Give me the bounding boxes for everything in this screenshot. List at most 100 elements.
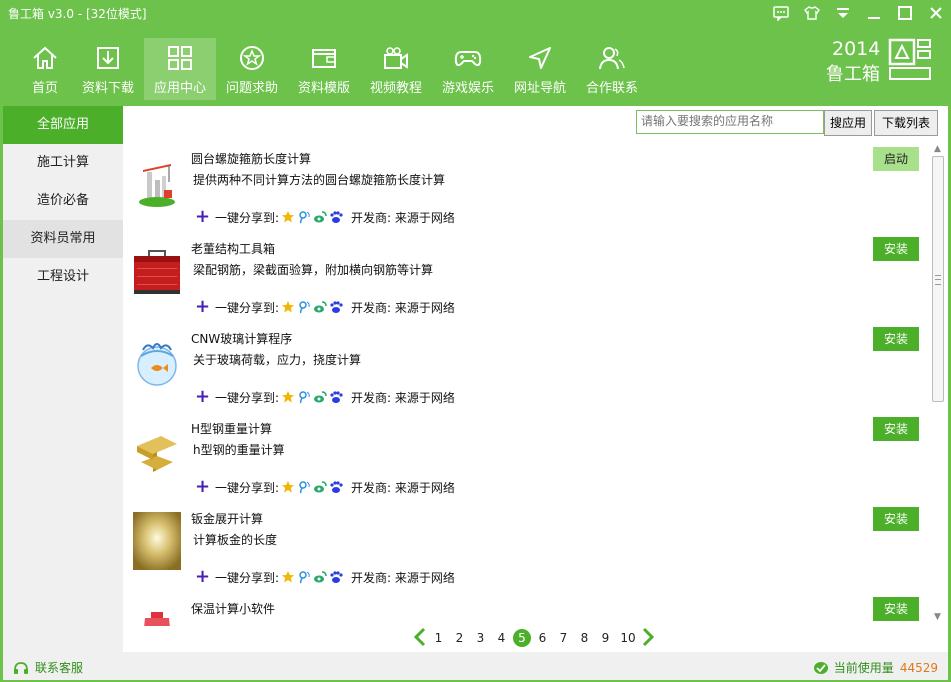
share-bar: + 一键分享到: 开发商: 来源于网络 (195, 298, 455, 316)
baidu-paw-icon[interactable] (329, 300, 343, 314)
prev-page-icon[interactable] (412, 627, 428, 650)
nav-label: 资料模版 (297, 81, 350, 96)
minimize-icon[interactable] (858, 0, 889, 26)
search-input[interactable] (637, 111, 823, 131)
list-item: 圆台螺旋箍筋长度计算 提供两种不同计算方法的圆台螺旋箍筋长度计算 + 一键分享到… (123, 140, 928, 230)
page-link[interactable]: 10 (616, 631, 640, 645)
tencent-weibo-icon[interactable] (297, 210, 311, 224)
sina-weibo-icon[interactable] (313, 480, 327, 494)
sidebar-item-data-clerk[interactable]: 资料员常用 (3, 220, 123, 258)
nav-templates[interactable]: 资料模版 (288, 38, 360, 100)
sidebar-item-construction-calc[interactable]: 施工计算 (3, 144, 123, 182)
status-bar: 联系客服 当前使用量 44529 (3, 652, 948, 680)
install-button[interactable]: 安装 (873, 507, 919, 531)
current-page[interactable]: 5 (513, 629, 531, 647)
install-button[interactable]: 安装 (873, 417, 919, 441)
chat-icon[interactable] (765, 0, 796, 26)
plus-icon[interactable]: + (195, 208, 211, 226)
nav-games[interactable]: 游戏娱乐 (432, 38, 504, 100)
shirt-icon[interactable] (796, 0, 827, 26)
page-link[interactable]: 2 (449, 631, 470, 645)
sidebar-item-all-apps[interactable]: 全部应用 (3, 106, 130, 144)
nav-help[interactable]: 问题求助 (216, 38, 288, 100)
sina-weibo-icon[interactable] (313, 570, 327, 584)
scroll-down-icon[interactable]: ▼ (929, 610, 946, 624)
app-name: 保温计算小软件 (191, 602, 276, 616)
baidu-paw-icon[interactable] (329, 480, 343, 494)
tencent-weibo-icon[interactable] (297, 300, 311, 314)
help-star-icon (240, 46, 264, 70)
search-app-button[interactable]: 搜应用 (824, 110, 872, 136)
nav-app-center[interactable]: 应用中心 (144, 38, 216, 100)
dropdown-icon[interactable] (827, 0, 858, 26)
plus-icon[interactable]: + (195, 478, 211, 496)
headset-icon (14, 661, 28, 674)
nav-download[interactable]: 资料下载 (72, 38, 144, 100)
window-title: 鲁工箱 v3.0 - [32位模式] (8, 7, 147, 21)
qzone-star-icon[interactable] (281, 390, 295, 404)
install-button[interactable]: 安装 (873, 237, 919, 261)
install-button[interactable]: 安装 (873, 597, 919, 621)
nav-label: 问题求助 (225, 81, 278, 96)
page-link[interactable]: 4 (491, 631, 512, 645)
brand-name: 鲁工箱 (826, 64, 880, 85)
qzone-star-icon[interactable] (281, 210, 295, 224)
tencent-weibo-icon[interactable] (297, 570, 311, 584)
tencent-weibo-icon[interactable] (297, 480, 311, 494)
vertical-scrollbar[interactable]: ▲ ▼ (929, 140, 946, 626)
maximize-icon[interactable] (889, 0, 920, 26)
nav-contact[interactable]: 合作联系 (576, 38, 648, 100)
app-desc: 梁配钢筋，梁截面验算，附加横向钢筋等计算 (193, 263, 434, 277)
nav-label: 网址导航 (513, 81, 566, 96)
baidu-paw-icon[interactable] (329, 210, 343, 224)
sina-weibo-icon[interactable] (313, 390, 327, 404)
install-button[interactable]: 安装 (873, 327, 919, 351)
scroll-thumb[interactable] (932, 156, 944, 402)
sidebar-item-cost-essentials[interactable]: 造价必备 (3, 182, 123, 220)
list-item: H型钢重量计算 h型钢的重量计算 + 一键分享到: 开发商: 来源于网络 安装 (123, 410, 928, 500)
app-desc: 计算板金的长度 (193, 533, 278, 547)
metal-sheet-icon (133, 512, 181, 570)
page-link[interactable]: 3 (470, 631, 491, 645)
nav-label: 首页 (31, 81, 58, 96)
sina-weibo-icon[interactable] (313, 300, 327, 314)
brand-year: 2014 (832, 38, 881, 60)
search-box (636, 110, 824, 134)
close-icon[interactable] (920, 0, 951, 26)
plus-icon[interactable]: + (195, 388, 211, 406)
contact-support-link[interactable]: 联系客服 (13, 659, 83, 676)
qzone-star-icon[interactable] (281, 300, 295, 314)
next-page-icon[interactable] (640, 627, 656, 650)
red-toolbox-icon (134, 250, 180, 294)
qzone-star-icon[interactable] (281, 480, 295, 494)
page-link[interactable]: 6 (532, 631, 553, 645)
page-link[interactable]: 7 (553, 631, 574, 645)
nav-home[interactable]: 首页 (18, 38, 72, 100)
plus-icon[interactable]: + (195, 568, 211, 586)
window-controls (765, 0, 951, 26)
contacts-icon (599, 47, 625, 70)
sidebar-item-engineering-design[interactable]: 工程设计 (3, 258, 123, 296)
app-desc: 提供两种不同计算方法的圆台螺旋箍筋长度计算 (193, 173, 446, 187)
apps-icon (168, 46, 192, 70)
nav-links[interactable]: 网址导航 (504, 38, 576, 100)
toolbox-logo-icon (888, 38, 931, 80)
nav-videos[interactable]: 视频教程 (360, 38, 432, 100)
usage-info: 当前使用量 44529 (813, 659, 938, 676)
baidu-paw-icon[interactable] (329, 570, 343, 584)
plus-icon[interactable]: + (195, 298, 211, 316)
launch-button[interactable]: 启动 (873, 147, 919, 171)
contact-support-label: 联系客服 (35, 661, 84, 675)
tencent-weibo-icon[interactable] (297, 390, 311, 404)
qzone-star-icon[interactable] (281, 570, 295, 584)
share-bar: + 一键分享到: 开发商: 来源于网络 (195, 208, 455, 226)
baidu-paw-icon[interactable] (329, 390, 343, 404)
sina-weibo-icon[interactable] (313, 210, 327, 224)
nav-label: 应用中心 (153, 81, 206, 96)
camera-icon (384, 47, 408, 69)
page-link[interactable]: 9 (595, 631, 616, 645)
page-link[interactable]: 1 (428, 631, 449, 645)
download-list-button[interactable]: 下载列表 (874, 110, 938, 136)
page-link[interactable]: 8 (574, 631, 595, 645)
scroll-up-icon[interactable]: ▲ (929, 142, 946, 156)
